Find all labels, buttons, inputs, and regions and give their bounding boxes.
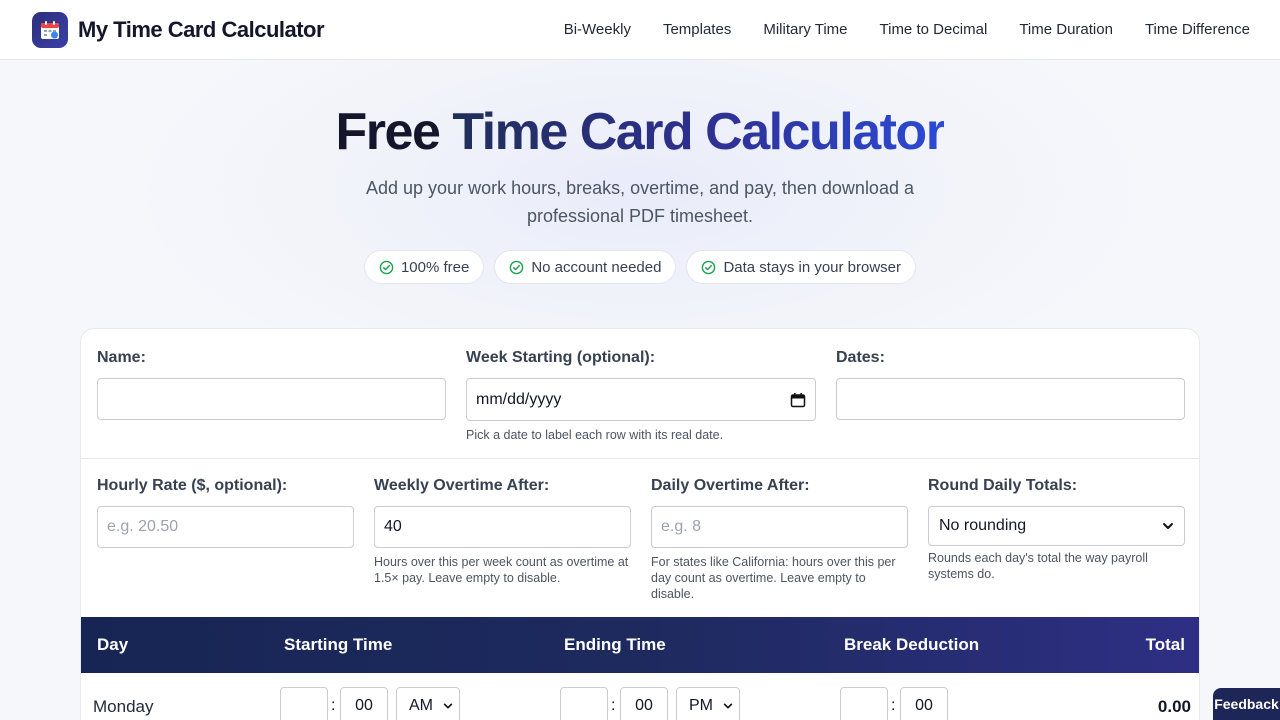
column-header-ending-time: Ending Time xyxy=(564,635,666,654)
brand-name: My Time Card Calculator xyxy=(78,16,325,42)
weekly-overtime-hint: Hours over this per week count as overti… xyxy=(374,555,629,585)
calendar-picker-icon[interactable] xyxy=(790,392,806,408)
chevron-down-icon xyxy=(443,703,453,709)
break-hour-input[interactable] xyxy=(840,687,888,720)
nav-link-military-time[interactable]: Military Time xyxy=(763,21,847,38)
time-separator: : xyxy=(891,697,896,714)
feature-pill-label: 100% free xyxy=(400,258,470,276)
row-total: 0.00 xyxy=(1157,697,1191,716)
nav-link-time-difference[interactable]: Time Difference xyxy=(1145,21,1250,38)
page-title-plain: Free xyxy=(335,103,441,161)
nav-link-time-to-decimal[interactable]: Time to Decimal xyxy=(880,21,988,38)
week-starting-date-input[interactable]: mm/dd/yyyy xyxy=(466,378,816,421)
feature-pill: 100% free xyxy=(363,250,485,284)
pay-settings-row: Hourly Rate ($, optional): e.g. 20.50 We… xyxy=(97,477,1185,602)
daily-overtime-hint: For states like California: hours over t… xyxy=(651,555,896,601)
table-row: Monday : 00 AM : 00 PM : 00 0.00 xyxy=(81,673,1199,720)
feature-pills: 100% free No account needed Data stays i… xyxy=(0,250,1280,284)
start-ampm-select[interactable]: AM xyxy=(396,687,460,720)
column-header-break-deduction: Break Deduction xyxy=(844,635,980,654)
nav-link-bi-weekly[interactable]: Bi-Weekly xyxy=(564,21,631,38)
time-separator: : xyxy=(331,697,336,714)
start-minute-input[interactable]: 00 xyxy=(340,687,388,720)
dates-label: Dates: xyxy=(836,349,885,366)
chevron-down-icon xyxy=(1163,523,1173,529)
feature-pill-label: No account needed xyxy=(531,258,662,276)
hourly-rate-label: Hourly Rate ($, optional): xyxy=(97,477,288,494)
feature-pill: Data stays in your browser xyxy=(686,250,917,284)
feedback-button[interactable]: Feedback xyxy=(1213,688,1280,720)
timecard-table-header: Day Starting Time Ending Time Break Dedu… xyxy=(81,617,1199,673)
name-field: Name: xyxy=(97,349,446,443)
nav-link-time-duration[interactable]: Time Duration xyxy=(1019,21,1113,38)
page-title-accent: Time Card Calculator xyxy=(452,103,946,161)
page-subtitle: Add up your work hours, breaks, overtime… xyxy=(366,178,914,226)
hourly-rate-field: Hourly Rate ($, optional): e.g. 20.50 xyxy=(97,477,354,602)
chevron-down-icon xyxy=(723,703,733,709)
page-title: Free Time Card Calculator xyxy=(0,102,1280,162)
dates-field: Dates: xyxy=(836,349,1185,443)
end-hour-input[interactable] xyxy=(560,687,608,720)
nav-link-templates[interactable]: Templates xyxy=(663,21,731,38)
check-circle-icon xyxy=(510,260,524,274)
day-label: Monday xyxy=(93,697,154,716)
name-input[interactable] xyxy=(97,378,446,420)
column-header-day: Day xyxy=(97,635,129,654)
main-nav: Bi-Weekly Templates Military Time Time t… xyxy=(532,21,1250,38)
weekly-overtime-input[interactable]: 40 xyxy=(374,506,631,548)
time-separator: : xyxy=(611,697,616,714)
column-header-total: Total xyxy=(1145,635,1185,654)
weekly-overtime-field: Weekly Overtime After: 40 Hours over thi… xyxy=(374,477,631,602)
basic-info-row: Name: Week Starting (optional): mm/dd/yy… xyxy=(97,349,1185,443)
calendar-icon xyxy=(32,11,68,48)
round-totals-label: Round Daily Totals: xyxy=(928,477,1078,494)
top-navigation-bar: My Time Card Calculator Bi-Weekly Templa… xyxy=(0,0,1280,60)
week-starting-label: Week Starting (optional): xyxy=(466,349,656,366)
end-ampm-select[interactable]: PM xyxy=(676,687,740,720)
section-divider xyxy=(81,458,1199,459)
daily-overtime-label: Daily Overtime After: xyxy=(651,477,810,494)
hourly-rate-input[interactable]: e.g. 20.50 xyxy=(97,506,354,548)
dates-input[interactable] xyxy=(836,378,1185,420)
brand[interactable]: My Time Card Calculator xyxy=(32,11,325,48)
end-minute-input[interactable]: 00 xyxy=(620,687,668,720)
hero-section: Free Time Card Calculator Add up your wo… xyxy=(0,60,1280,284)
round-totals-field: Round Daily Totals: No rounding Rounds e… xyxy=(928,477,1185,602)
feature-pill-label: Data stays in your browser xyxy=(723,258,902,276)
start-hour-input[interactable] xyxy=(280,687,328,720)
round-totals-hint: Rounds each day's total the way payroll … xyxy=(928,551,1148,581)
break-minute-input[interactable]: 00 xyxy=(900,687,948,720)
daily-overtime-input[interactable]: e.g. 8 xyxy=(651,506,908,548)
week-starting-placeholder: mm/dd/yyyy xyxy=(476,390,562,408)
week-starting-field: Week Starting (optional): mm/dd/yyyy Pic… xyxy=(466,349,816,443)
name-label: Name: xyxy=(97,349,146,366)
round-totals-value: No rounding xyxy=(939,517,1027,534)
feature-pill: No account needed xyxy=(494,250,677,284)
timecard-form-card: Name: Week Starting (optional): mm/dd/yy… xyxy=(80,328,1200,720)
start-ampm-value: AM xyxy=(409,697,433,714)
round-totals-select[interactable]: No rounding xyxy=(928,506,1185,546)
check-circle-icon xyxy=(702,260,716,274)
weekly-overtime-label: Weekly Overtime After: xyxy=(374,477,550,494)
daily-overtime-field: Daily Overtime After: e.g. 8 For states … xyxy=(651,477,908,602)
week-starting-hint: Pick a date to label each row with its r… xyxy=(466,428,724,442)
column-header-starting-time: Starting Time xyxy=(284,635,393,654)
check-circle-icon xyxy=(379,260,394,274)
end-ampm-value: PM xyxy=(689,697,713,714)
